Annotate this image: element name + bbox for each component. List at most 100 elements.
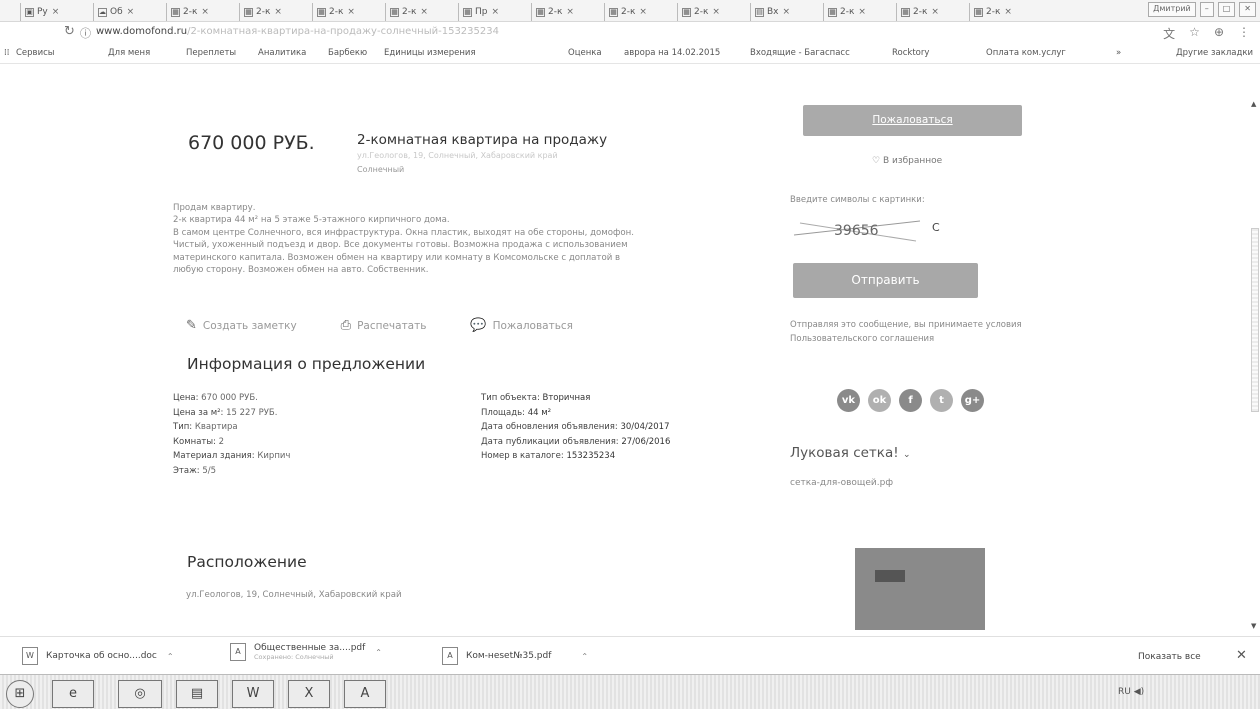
tab-3[interactable]: ▦ 2-к × <box>239 3 282 21</box>
profile-button[interactable]: Дмитрий <box>1148 2 1196 17</box>
ad-title[interactable]: Луковая сетка! ⌄ <box>790 445 910 461</box>
tab-close-icon[interactable]: × <box>127 7 135 17</box>
social-share: vk ok f t g+ <box>837 389 984 412</box>
print-link[interactable]: ⎙ Распечатать <box>341 318 427 333</box>
bookmark-item[interactable]: Аналитика <box>258 48 306 58</box>
tab-11[interactable]: ▦ 2-к × <box>823 3 866 21</box>
tab-0[interactable]: ▣ Ру × <box>20 3 59 21</box>
tab-10[interactable]: ▤ Вх × <box>750 3 790 21</box>
tab-8[interactable]: ▦ 2-к × <box>604 3 647 21</box>
taskbar-acrobat-icon[interactable]: A <box>344 680 386 708</box>
tab-close-icon[interactable]: × <box>566 7 574 17</box>
tab-close-icon[interactable]: × <box>858 7 866 17</box>
tab-close-icon[interactable]: × <box>712 7 720 17</box>
ad-image[interactable] <box>855 548 985 630</box>
tab-13[interactable]: ▦ 2-к × <box>969 3 1012 21</box>
tab-close-icon[interactable]: × <box>274 7 282 17</box>
create-note-link[interactable]: ✎ Создать заметку <box>186 318 297 333</box>
send-button[interactable]: Отправить <box>793 263 978 298</box>
scrollbar-thumb[interactable] <box>1251 228 1259 412</box>
chevron-up-icon[interactable]: ⌃ <box>375 648 382 657</box>
info-row: Комнаты: 2 <box>173 435 290 450</box>
minimize-button[interactable]: – <box>1199 2 1214 17</box>
tab-label: 2-к <box>621 7 636 17</box>
ad-url[interactable]: сетка-для-овощей.рф <box>790 478 893 488</box>
scroll-down-icon[interactable]: ▼ <box>1251 622 1256 630</box>
tab-7[interactable]: ▦ 2-к × <box>531 3 574 21</box>
maximize-button[interactable]: □ <box>1217 2 1236 17</box>
twitter-icon[interactable]: t <box>930 389 953 412</box>
tab-close-icon[interactable]: × <box>783 7 791 17</box>
close-icon[interactable]: ✕ <box>1236 648 1247 663</box>
taskbar-word-icon[interactable]: W <box>232 680 274 708</box>
tab-4[interactable]: ▦ 2-к × <box>312 3 355 21</box>
apps-icon[interactable]: ⁞⁞ <box>4 48 9 58</box>
start-button[interactable]: ⊞ <box>6 680 34 708</box>
tab-12[interactable]: ▦ 2-к × <box>896 3 939 21</box>
star-icon[interactable]: ☆ <box>1189 25 1200 42</box>
chevron-up-icon[interactable]: ⌃ <box>167 652 174 661</box>
bookmark-item[interactable]: Для меня <box>108 48 150 58</box>
translate-icon[interactable]: 文 <box>1163 25 1175 42</box>
tab-close-icon[interactable]: × <box>420 7 428 17</box>
taskbar-explorer-icon[interactable]: ▤ <box>176 680 218 708</box>
menu-icon[interactable]: ⋮ <box>1238 25 1250 42</box>
tab-close-icon[interactable]: × <box>201 7 209 17</box>
taskbar-chrome-icon[interactable]: ◎ <box>118 680 162 708</box>
complain-link[interactable]: 💬 Пожаловаться <box>470 318 573 333</box>
bookmark-other[interactable]: Другие закладки <box>1176 48 1253 58</box>
grid-icon: ▦ <box>536 7 545 17</box>
scroll-up-icon[interactable]: ▲ <box>1251 100 1256 108</box>
info-icon[interactable]: ⓘ <box>80 25 91 41</box>
taskbar-excel-icon[interactable]: X <box>288 680 330 708</box>
google-plus-icon[interactable]: g+ <box>961 389 984 412</box>
bookmark-item[interactable]: аврора на 14.02.2015 <box>624 48 720 58</box>
tab-close-icon[interactable]: × <box>931 7 939 17</box>
facebook-icon[interactable]: f <box>899 389 922 412</box>
bookmark-item[interactable]: Оценка <box>568 48 602 58</box>
extension-icon[interactable]: ⊕ <box>1214 25 1224 42</box>
taskbar: ⊞ e ◎ ▤ W X A RU ◀) <box>0 674 1260 709</box>
pencil-icon: ✎ <box>186 318 197 333</box>
tab-5[interactable]: ▦ 2-к × <box>385 3 428 21</box>
bookmark-item[interactable]: Единицы измерения <box>384 48 476 58</box>
reload-icon[interactable]: ↻ <box>64 24 75 39</box>
vk-icon[interactable]: vk <box>837 389 860 412</box>
bookmark-item[interactable]: Входящие - Багаспасс <box>750 48 850 58</box>
taskbar-ie-icon[interactable]: e <box>52 680 94 708</box>
tab-close-icon[interactable]: × <box>1004 7 1012 17</box>
bookmark-item[interactable]: Переплеты <box>186 48 236 58</box>
location-heading: Расположение <box>187 553 307 571</box>
tab-close-icon[interactable]: × <box>639 7 647 17</box>
download-item[interactable]: A Общественные за....pdf Сохранено: Солн… <box>230 643 382 661</box>
download-item[interactable]: W Карточка об осно....doc ⌃ <box>22 647 174 665</box>
page-scrollbar[interactable]: ▲ ▼ <box>1250 100 1260 630</box>
tab-close-icon[interactable]: × <box>347 7 355 17</box>
close-window-button[interactable]: ✕ <box>1239 2 1256 17</box>
bookmark-item[interactable]: Барбекю <box>328 48 367 58</box>
tab-9[interactable]: ▦ 2-к × <box>677 3 720 21</box>
captcha-image: 39656 <box>793 220 921 242</box>
bookmark-item[interactable]: Сервисы <box>16 48 54 58</box>
tab-label: 2-к <box>840 7 855 17</box>
captcha-input[interactable]: С <box>932 221 940 234</box>
ad-image-detail <box>875 570 905 582</box>
download-item[interactable]: A Ком-неset№35.pdf ⌃ <box>442 647 588 665</box>
bookmark-item[interactable]: Оплата ком.услуг <box>986 48 1066 58</box>
tab-2[interactable]: ▦ 2-к × <box>166 3 209 21</box>
bookmark-overflow[interactable]: » <box>1116 48 1121 58</box>
tab-1[interactable]: ☁ Об × <box>93 3 134 21</box>
bookmark-item[interactable]: Rocktory <box>892 48 929 58</box>
url-field[interactable]: www.domofond.ru/2-комнатная-квартира-на-… <box>96 26 499 37</box>
download-name: Ком-неset№35.pdf <box>466 651 552 661</box>
favorites-link[interactable]: ♡ В избранное <box>872 156 942 166</box>
system-tray[interactable]: RU ◀) <box>1118 687 1144 697</box>
heart-icon: ♡ <box>872 156 883 166</box>
show-all-downloads[interactable]: Показать все <box>1138 652 1201 662</box>
chevron-up-icon[interactable]: ⌃ <box>581 652 588 661</box>
odnoklassniki-icon[interactable]: ok <box>868 389 891 412</box>
complain-button[interactable]: Пожаловаться <box>803 105 1022 136</box>
tab-close-icon[interactable]: × <box>491 7 499 17</box>
tab-6[interactable]: ▦ Пр × <box>458 3 499 21</box>
tab-close-icon[interactable]: × <box>52 7 60 17</box>
